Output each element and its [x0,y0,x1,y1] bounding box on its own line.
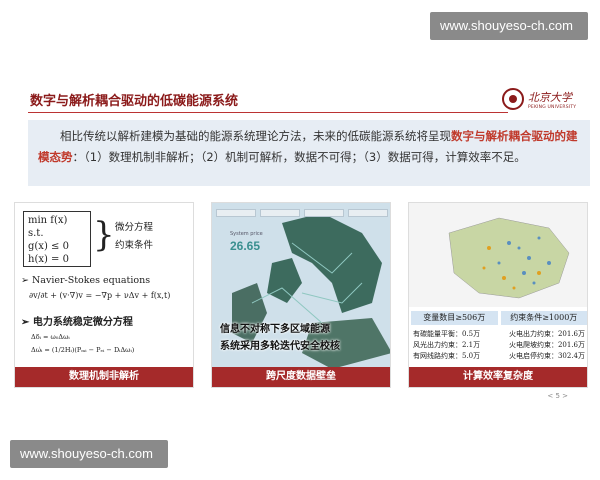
panel-caption: 跨尺度数据壁垒 [212,367,390,387]
ps-label: ➢ 电力系统稳定微分方程 [21,317,133,328]
page-number: < 5 > [547,392,568,400]
formula-note: 微分方程 约束条件 [115,222,154,251]
logo-name-en: PEKING UNIVERSITY [528,104,577,110]
toolbar-tab[interactable] [304,209,344,217]
toolbar-tab[interactable] [348,209,388,217]
map-overlay-text: 信息不对称下多区域能源 系统采用多轮迭代安全校核 [220,324,340,352]
panel-caption: 数理机制非解析 [15,367,193,387]
ps-equation-1: Δδᵢ = ω₀Δωᵢ [31,333,70,341]
variable-stats: 变量数目≥506万 约束条件≥1000万 [411,311,587,325]
panel-computation: 变量数目≥506万 约束条件≥1000万 有碳能量平衡：0.5万 火电出力约束：2… [408,202,588,388]
panel-data-barrier: System price 26.65 信息不对称下多区域能源 系统采用多轮迭代安… [211,202,391,388]
intro-text: 相比传统以解析建模为基础的能源系统理论方法，未来的低碳能源系统将呈现数字与解析耦… [28,120,590,186]
panel-caption: 计算效率复杂度 [409,367,587,387]
panel-nonanalytic: min f(x) s.t. g(x) ≤ 0 h(x) = 0 } 微分方程 约… [14,202,194,388]
optimization-formula: min f(x) s.t. g(x) ≤ 0 h(x) = 0 [23,211,91,267]
table-row: 风光出力约束：2.1万 火电爬坡约束：201.6万 [413,341,585,349]
slide-title: 数字与解析耦合驱动的低碳能源系统 [30,94,239,109]
slide: 数字与解析耦合驱动的低碳能源系统 北京大学 PEKING UNIVERSITY … [14,68,590,404]
table-row: 有网线路约束：5.0万 火电启停约束：302.4万 [413,352,585,360]
ns-label: ➢ Navier-Stokes equations [21,275,151,286]
intro-part2: ：（1）数理机制非解析；（2）机制可解析，数据不可得；（3）数据可得，计算效率不… [72,150,526,164]
constraint-table: 有碳能量平衡：0.5万 火电出力约束：201.6万 风光出力约束：2.1万 火电爬坡… [413,329,585,362]
university-logo: 北京大学 PEKING UNIVERSITY [502,84,580,114]
intro-part1: 相比传统以解析建模为基础的能源系统理论方法，未来的低碳能源系统将呈现 [60,129,451,143]
china-map [409,203,587,307]
logo-seal-icon [502,88,524,110]
logo-name-cn: 北京大学 [528,90,572,104]
watermark-top: www.shouyeso-ch.com [430,12,588,40]
stat-constraints: 约束条件≥1000万 [500,311,587,325]
system-price-value: 26.65 [230,239,261,253]
map-toolbar [216,209,388,219]
ps-equation-2: Δω̇ᵢ = (1/2Hᵢ)(Pₘᵢ − Pₑᵢ − DᵢΔωᵢ) [31,346,135,354]
europe-map: System price 26.65 信息不对称下多区域能源 系统采用多轮迭代安… [212,203,390,369]
title-divider [28,112,508,113]
brace-icon: } [93,215,115,255]
system-price-label: System price [230,231,263,237]
table-row: 有碳能量平衡：0.5万 火电出力约束：201.6万 [413,330,585,338]
china-map-svg [448,217,570,299]
toolbar-tab[interactable] [216,209,256,217]
ns-equation: ∂v/∂t + (v·∇)v = −∇p + νΔv + f(x,t) [29,291,171,300]
watermark-bottom: www.shouyeso-ch.com [10,440,168,468]
toolbar-tab[interactable] [260,209,300,217]
stat-variables: 变量数目≥506万 [411,311,498,325]
